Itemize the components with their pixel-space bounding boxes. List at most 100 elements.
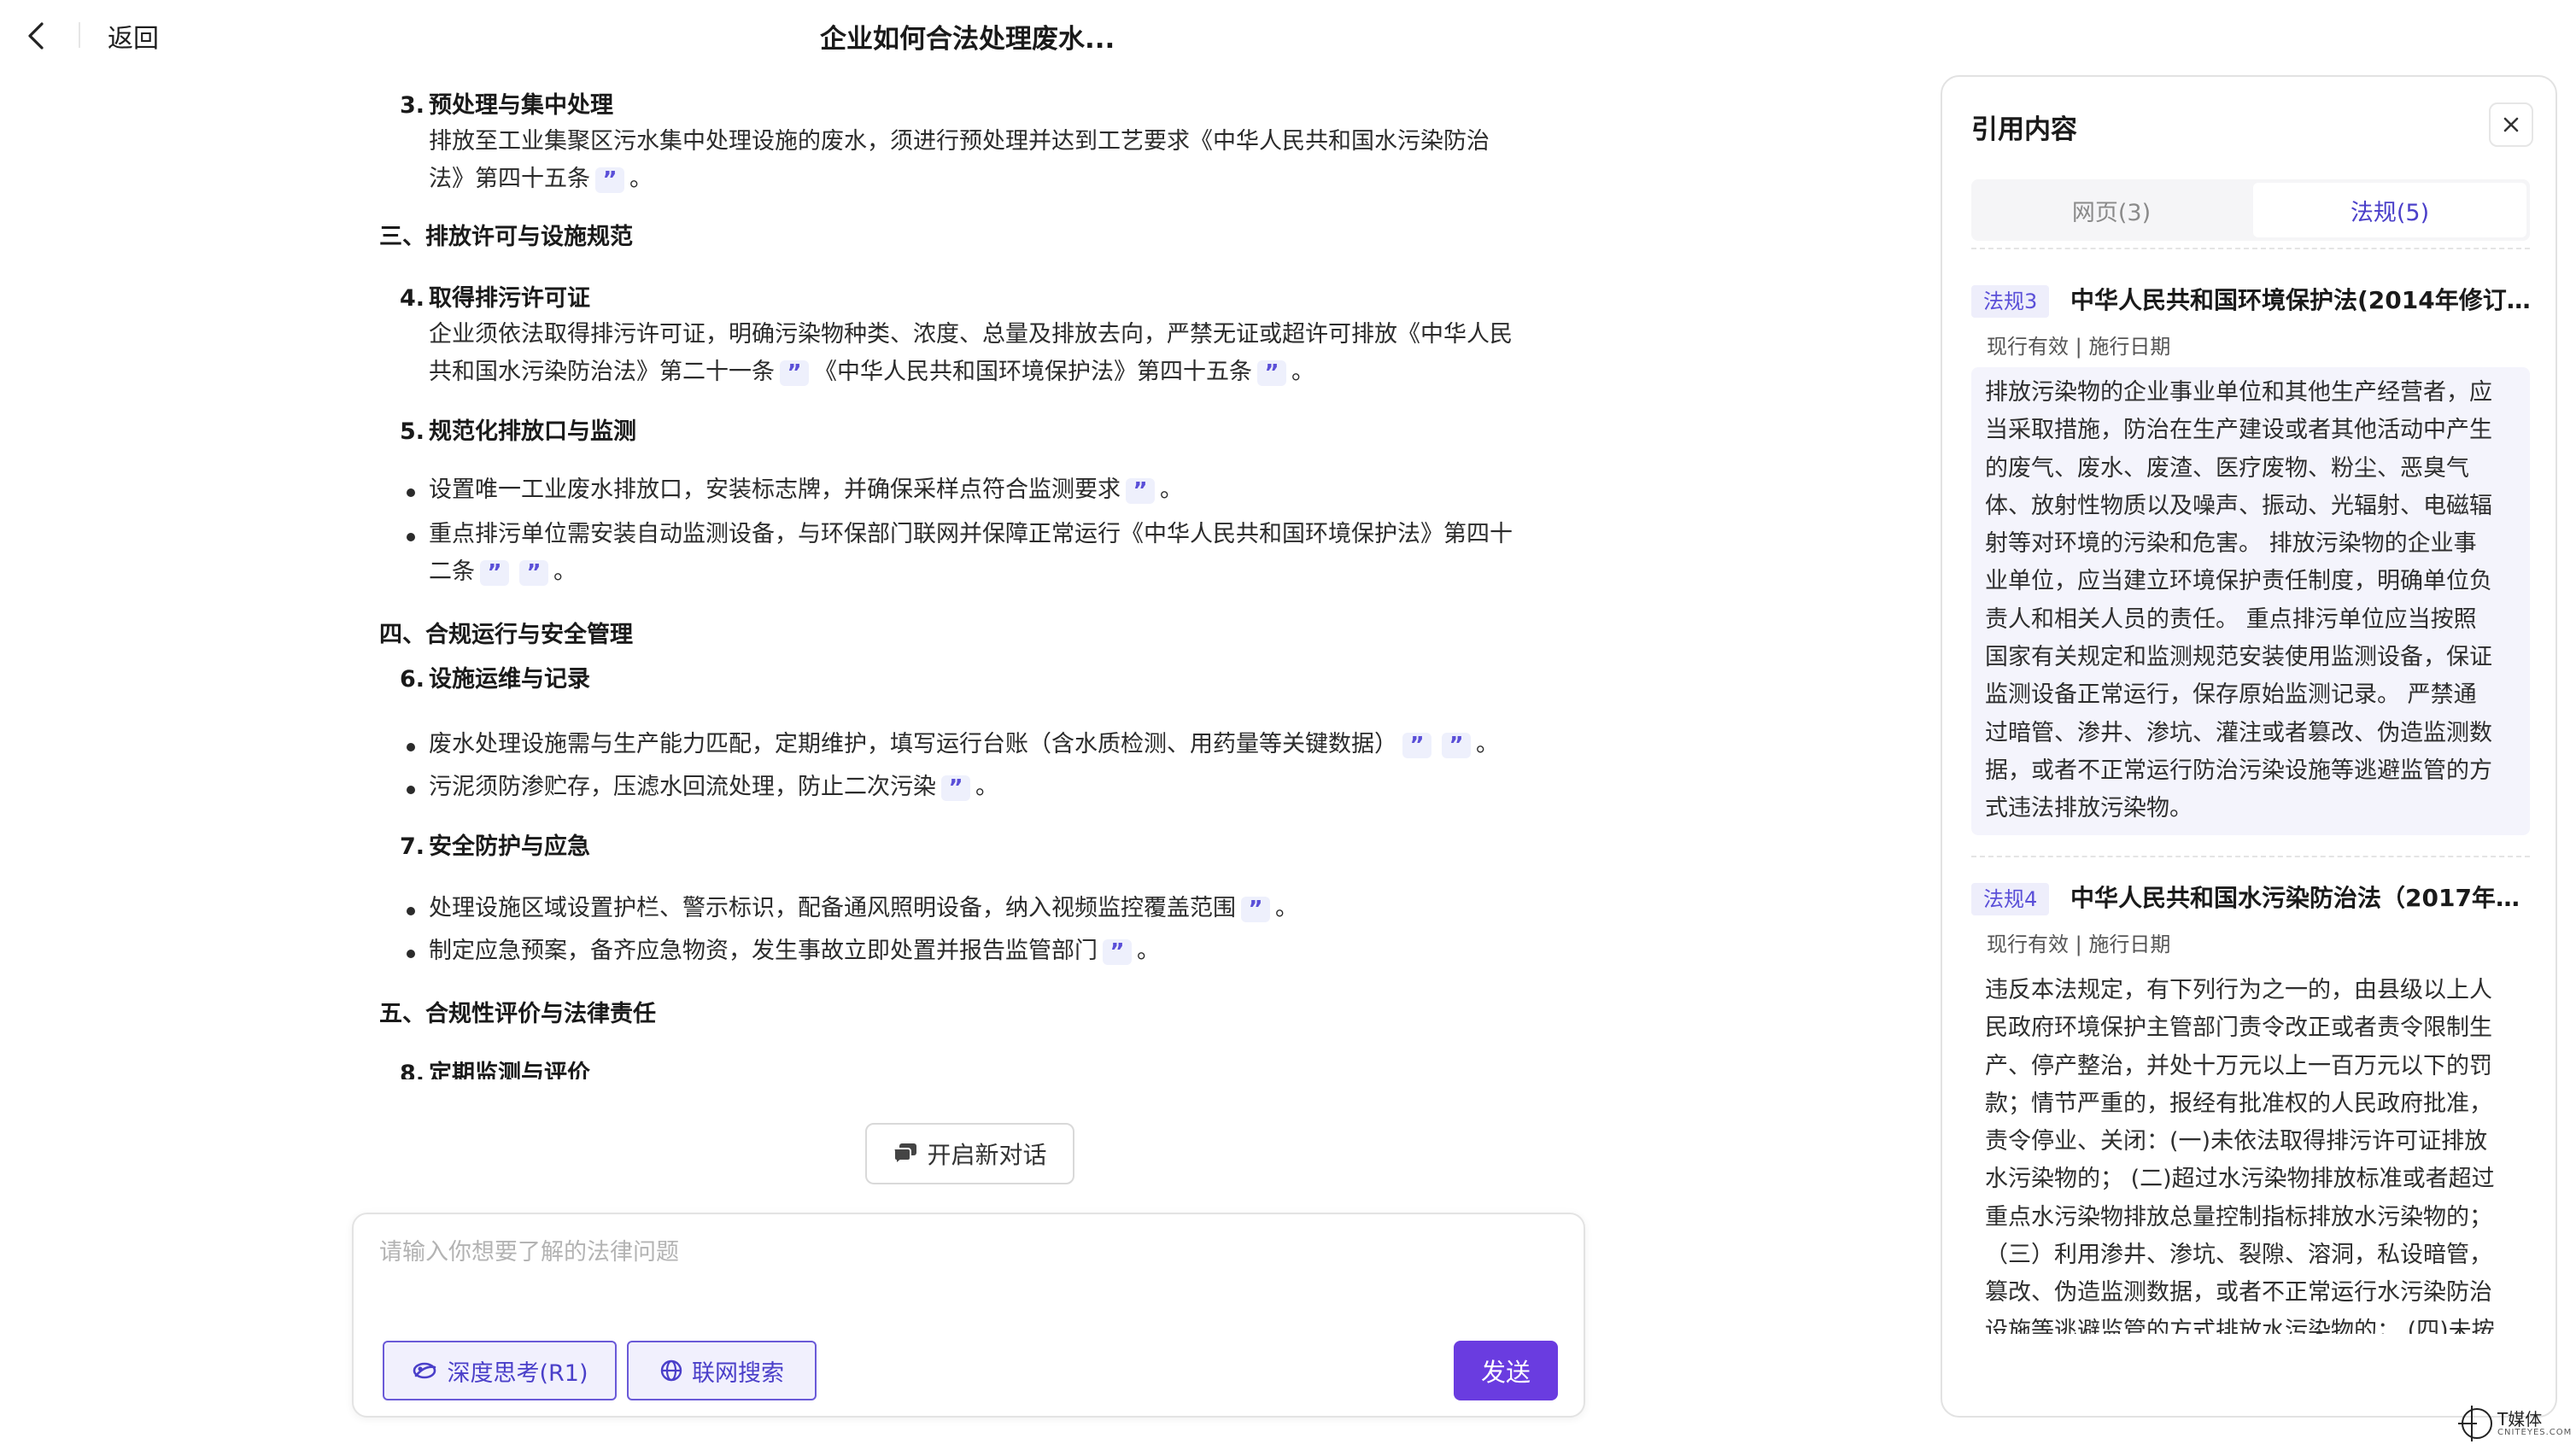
card-status: 现行有效 | 施行日期: [1987, 933, 2171, 956]
item-title: 安全防护与应急: [429, 833, 590, 860]
text-line: 重点排污单位需安装自动监测设备，与环保部门联网并保障正常运行《中华人民共和国环境…: [429, 521, 1513, 547]
item-number: 5.: [400, 418, 425, 445]
section-title: 五、合规性评价与法律责任: [379, 1001, 656, 1027]
card-line: 过暗管、渗井、渗坑、灌注或者篡改、伪造监测数: [1985, 719, 2492, 746]
card-line: 水污染物的； (二)超过水污染物排放标准或者超过: [1985, 1166, 2495, 1193]
card-line: 重点水污染物排放总量控制指标排放水污染物的；: [1985, 1203, 2492, 1231]
section-title: 四、合规运行与安全管理: [379, 622, 633, 648]
text-line: 制定应急预案，备齐应急物资，发生事故立即处置并报告监管部门: [429, 938, 1098, 964]
web-search-toggle[interactable]: 联网搜索: [627, 1341, 817, 1400]
item-text: 企业须依法取得排污许可证，明确污染物种类、浓度、总量及排放去向，严禁无证或超许可…: [429, 316, 1513, 391]
bullet-dot: [407, 907, 415, 915]
bullet-text: 制定应急预案，备齐应急物资，发生事故立即处置并报告监管部门”。: [429, 933, 1513, 970]
card-badge: 法规3: [1971, 285, 2050, 318]
item-number: 7.: [400, 833, 425, 860]
deep-think-label: 深度思考(R1): [447, 1359, 588, 1387]
text-line: 企业须依法取得排污许可证，明确污染物种类、浓度、总量及排放去向，严禁无证或超许可…: [429, 321, 1513, 348]
card-line: 监测设备正常运行，保存原始监测记录。 严禁通: [1985, 681, 2477, 709]
card-line: 据，或者不正常运行防治污染设施等逃避监管的方: [1985, 757, 2492, 784]
reference-card[interactable]: 法规4 中华人民共和国水污染防治法（2017年修... 现行有效 | 施行日期 …: [1971, 880, 2530, 1409]
item-title: 定期监测与评价: [429, 1061, 590, 1079]
globe-icon: [660, 1359, 682, 1382]
card-body: 违反本法规定，有下列行为之一的，由县级以上人 民政府环境保护主管部门责令改正或者…: [1971, 965, 2530, 1334]
text-line: 处理设施区域设置护栏、警示标识，配备通风照明设备，纳入视频监控覆盖范围: [429, 895, 1236, 921]
reference-card[interactable]: 法规3 中华人民共和国环境保护法(2014年修订) ... 现行有效 | 施行日…: [1971, 282, 2532, 835]
citation-marker[interactable]: ”: [1103, 938, 1132, 965]
text-line: 设置唯一工业废水排放口，安装标志牌，并确保采样点符合监测要求: [429, 477, 1121, 503]
question-input[interactable]: [379, 1233, 1558, 1301]
watermark: T媒体 CNITEYES.COM: [2455, 1400, 2571, 1447]
punct: 。: [975, 774, 998, 800]
card-line: 设施等逃避监管的方式排放水污染物的； (四)未按: [1985, 1317, 2495, 1334]
card-status: 现行有效 | 施行日期: [1987, 335, 2171, 359]
list-item: 8. 定期监测与评价: [376, 1055, 1572, 1079]
citation-marker[interactable]: ”: [1442, 732, 1471, 758]
card-line: 当采取措施，防治在生产建设或者其他活动中产生: [1985, 417, 2492, 444]
section-title: 三、排放许可与设施规范: [379, 224, 633, 250]
citation-marker[interactable]: ”: [780, 360, 809, 386]
citation-marker[interactable]: ”: [519, 559, 548, 586]
card-line: 责人和相关人员的责任。 重点排污单位应当按照: [1985, 605, 2477, 633]
text-line: 法》第四十五条: [429, 166, 590, 192]
citation-marker[interactable]: ”: [1257, 360, 1286, 386]
header-divider: [79, 22, 80, 48]
chat-bubble-icon: [893, 1143, 917, 1166]
bullet-dot: [407, 786, 415, 794]
close-icon: [2503, 117, 2519, 132]
reference-panel: 引用内容 网页(3) 法规(5) 法规3 中华人民共和国环境保护法(2014年修…: [1941, 75, 2557, 1418]
deep-think-toggle[interactable]: 深度思考(R1): [383, 1341, 617, 1400]
citation-marker[interactable]: ”: [595, 167, 624, 193]
text-line: 废水处理设施需与生产能力匹配，定期维护，填写运行台账（含水质检测、用药量等关键数…: [429, 731, 1397, 757]
section-heading: 三、排放许可与设施规范: [376, 219, 1572, 256]
text-line: 二条: [429, 558, 475, 585]
question-input-panel: 深度思考(R1) 联网搜索 发送: [352, 1213, 1585, 1418]
text-line: 共和国水污染防治法》第二十一条: [429, 359, 775, 385]
tab-regulations[interactable]: 法规(5): [2253, 183, 2526, 237]
item-number: 8.: [400, 1061, 425, 1079]
punct: 。: [1476, 731, 1499, 757]
panel-title: 引用内容: [1971, 114, 2077, 145]
card-line: 违反本法规定，有下列行为之一的，由县级以上人: [1985, 977, 2492, 1003]
new-chat-button[interactable]: 开启新对话: [865, 1123, 1074, 1184]
send-button[interactable]: 发送: [1454, 1341, 1558, 1400]
card-line: 业单位，应当建立环境保护责任制度，明确单位负: [1985, 568, 2492, 595]
card-line: 款；情节严重的，报经有批准权的人民政府批准，: [1985, 1090, 2492, 1117]
back-button[interactable]: [19, 19, 53, 53]
list-item: 3. 预处理与集中处理 排放至工业集聚区污水集中处理设施的废水，须进行预处理并达…: [376, 87, 1572, 207]
citation-marker[interactable]: ”: [1241, 896, 1270, 922]
card-line: 的废气、废水、废渣、医疗废物、粉尘、恶臭气: [1985, 454, 2469, 482]
close-button[interactable]: [2489, 102, 2533, 147]
top-bar: 返回 企业如何合法处理废水...: [0, 0, 1913, 72]
citation-marker[interactable]: ”: [480, 559, 509, 586]
punct: 。: [1275, 895, 1298, 921]
punct: 。: [1160, 477, 1183, 503]
punct: 。: [553, 558, 577, 585]
text-line: 污泥须防渗贮存，压滤水回流处理，防止二次污染: [429, 774, 936, 800]
card-body: 排放污染物的企业事业单位和其他生产经营者，应 当采取措施，防治在生产建设或者其他…: [1971, 367, 2530, 835]
chevron-left-icon: [28, 22, 44, 50]
divider: [1971, 856, 2530, 857]
text-line: 排放至工业集聚区污水集中处理设施的废水，须进行预处理并达到工艺要求《中华人民共和…: [429, 128, 1490, 155]
bullet-text: 废水处理设施需与生产能力匹配，定期维护，填写运行台账（含水质检测、用药量等关键数…: [429, 726, 1513, 763]
tab-webpages[interactable]: 网页(3): [1975, 183, 2248, 237]
card-title: 中华人民共和国水污染防治法（2017年修...: [2070, 884, 2530, 912]
card-line: 篡改、伪造监测数据，或者不正常运行水污染防治: [1985, 1279, 2492, 1307]
card-line: 射等对环境的污染和危害。 排放污染物的企业事: [1985, 530, 2477, 558]
card-badge: 法规4: [1971, 883, 2050, 915]
citation-marker[interactable]: ”: [1126, 477, 1155, 504]
bullet-text: 重点排污单位需安装自动监测设备，与环保部门联网并保障正常运行《中华人民共和国环境…: [429, 516, 1513, 591]
card-line: 式违法排放污染物。: [1985, 795, 2193, 822]
card-line: 民政府环境保护主管部门责令改正或者责令限制生: [1985, 1014, 2492, 1042]
punct: 。: [1291, 359, 1314, 385]
citation-marker[interactable]: ”: [1402, 732, 1431, 758]
back-label[interactable]: 返回: [108, 17, 159, 55]
item-title: 规范化排放口与监测: [429, 418, 636, 445]
reference-tabs: 网页(3) 法规(5): [1971, 179, 2530, 241]
list-item: 4. 取得排污许可证 企业须依法取得排污许可证，明确污染物种类、浓度、总量及排放…: [376, 280, 1572, 408]
bullet-dot: [407, 533, 415, 541]
citation-marker[interactable]: ”: [941, 775, 970, 801]
punct: 。: [629, 166, 653, 192]
card-header: 法规3 中华人民共和国环境保护法(2014年修订) ...: [1971, 282, 2532, 319]
item-number: 3.: [400, 92, 425, 119]
item-text: 排放至工业集聚区污水集中处理设施的废水，须进行预处理并达到工艺要求《中华人民共和…: [429, 123, 1513, 198]
